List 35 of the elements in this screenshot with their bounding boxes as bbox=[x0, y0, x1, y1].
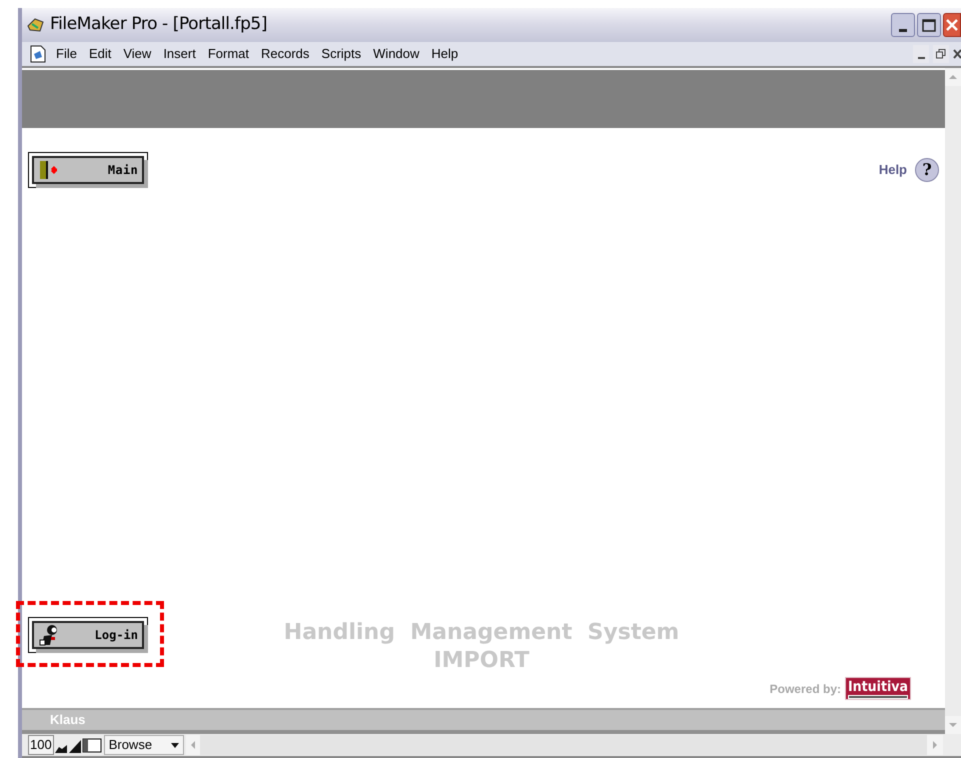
menu-item[interactable]: Format bbox=[202, 44, 255, 64]
powered-by-label: Powered by: bbox=[770, 680, 841, 698]
help-button[interactable]: ? bbox=[915, 158, 939, 182]
window-title: FileMaker Pro - [Portall.fp5] bbox=[50, 13, 268, 36]
menu-item[interactable]: Edit bbox=[82, 44, 118, 64]
close-icon bbox=[953, 49, 961, 59]
app-icon bbox=[26, 16, 46, 34]
minimize-button[interactable] bbox=[913, 45, 929, 63]
mode-dropdown[interactable]: Browse bbox=[104, 735, 184, 755]
status-area-icon[interactable] bbox=[82, 736, 102, 754]
help-link[interactable]: Help bbox=[878, 160, 907, 180]
minimize-icon bbox=[918, 57, 924, 59]
menu-item[interactable]: View bbox=[117, 44, 158, 64]
maximize-icon bbox=[922, 18, 936, 32]
brand-logo: Intuitiva bbox=[845, 677, 911, 700]
menu-item[interactable]: File bbox=[50, 44, 83, 64]
person-icon bbox=[38, 624, 60, 646]
maximize-button[interactable] bbox=[917, 13, 941, 37]
menu-item[interactable]: Insert bbox=[157, 44, 202, 64]
minimize-button[interactable] bbox=[891, 13, 915, 37]
close-button[interactable] bbox=[943, 13, 961, 37]
restore-button[interactable] bbox=[933, 45, 949, 63]
menu-item[interactable]: Window bbox=[367, 44, 426, 64]
minimize-icon bbox=[899, 29, 907, 32]
menu-item[interactable]: Help bbox=[425, 44, 464, 64]
door-icon bbox=[38, 160, 58, 180]
close-icon bbox=[945, 18, 959, 32]
document-icon[interactable] bbox=[30, 45, 46, 63]
user-name: Klaus bbox=[50, 711, 86, 730]
restore-icon bbox=[936, 49, 946, 59]
menu-item[interactable]: Records bbox=[255, 44, 316, 64]
horizontal-scrollbar[interactable] bbox=[200, 735, 927, 755]
menu-item[interactable]: Scripts bbox=[315, 44, 368, 64]
zoom-level[interactable]: 100 bbox=[28, 735, 54, 755]
dropdown-arrow-icon bbox=[170, 742, 179, 748]
